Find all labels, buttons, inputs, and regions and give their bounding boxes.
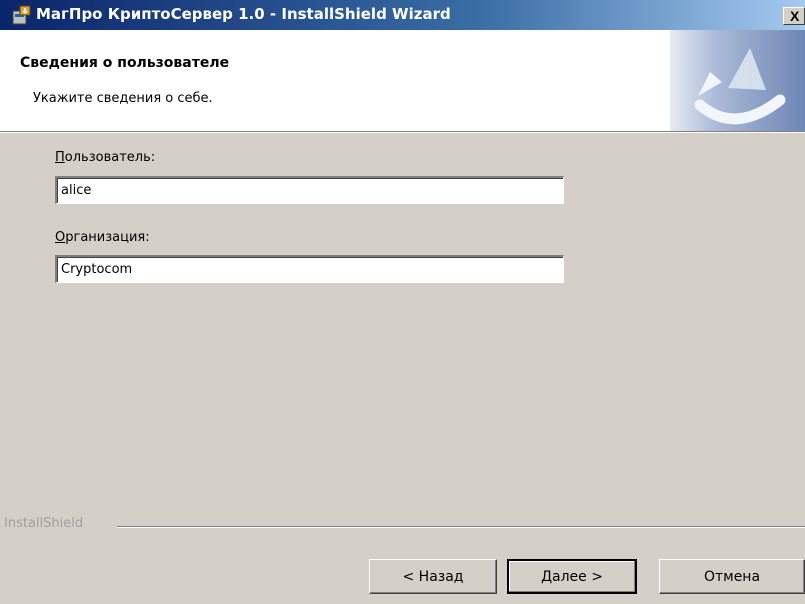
organization-input[interactable]	[55, 255, 564, 283]
close-button[interactable]: X	[783, 7, 805, 25]
header-panel: Сведения о пользователе Укажите сведения…	[0, 30, 805, 132]
page-subtitle: Укажите сведения о себе.	[33, 91, 213, 106]
user-input[interactable]	[55, 176, 564, 204]
title-bar: МагПро КриптоСервер 1.0 - InstallShield …	[0, 0, 805, 30]
next-button[interactable]: Далее >	[507, 559, 637, 594]
installshield-brand: InstallShield	[4, 516, 84, 531]
footer-divider	[117, 526, 805, 528]
organization-label: Организация:	[55, 230, 150, 245]
cancel-button[interactable]: Отмена	[659, 559, 805, 594]
window-title: МагПро КриптоСервер 1.0 - InstallShield …	[36, 5, 451, 23]
user-label: Пользователь:	[55, 150, 156, 165]
page-title: Сведения о пользователе	[20, 55, 230, 71]
installshield-logo-icon	[670, 30, 805, 131]
back-button[interactable]: < Назад	[369, 559, 497, 594]
installer-icon	[12, 5, 32, 25]
header-divider	[0, 132, 805, 133]
